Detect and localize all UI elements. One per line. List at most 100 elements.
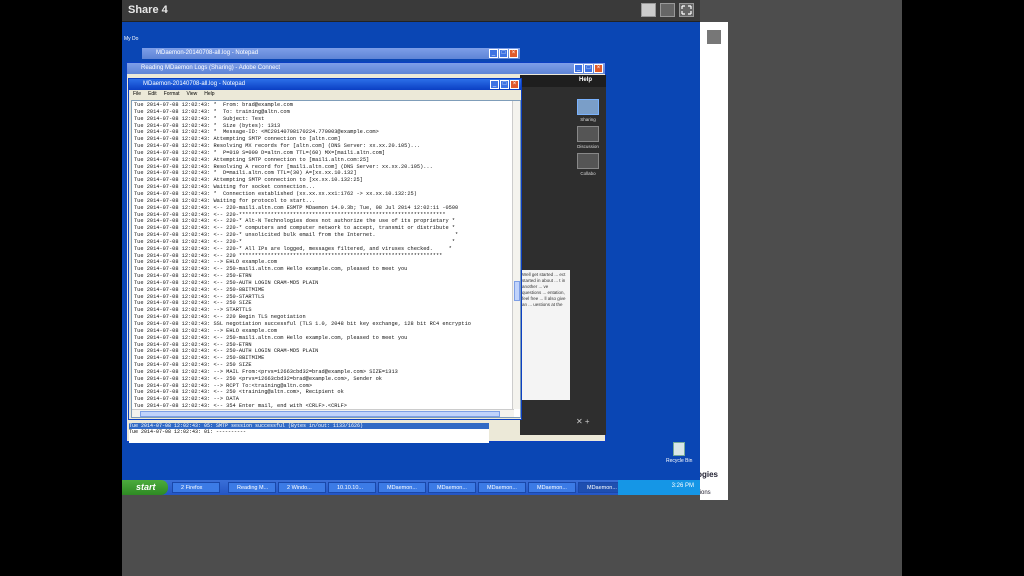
log-line: Tue 2014-07-08 12:02:43: <-- 250 SIZE xyxy=(134,362,252,369)
share-title: Share 4 xyxy=(128,4,168,16)
log-line: Tue 2014-07-08 12:02:43: * Size (bytes):… xyxy=(134,122,281,129)
log-text: Tue 2014-07-08 12:02:43: * From: brad@ex… xyxy=(134,102,510,417)
minimize-icon[interactable]: _ xyxy=(574,64,583,73)
log-line: Tue 2014-07-08 12:02:43: <-- 250-AUTH LO… xyxy=(134,279,319,286)
taskbar-item[interactable]: 2 Firefox xyxy=(172,482,220,493)
list-view-icon[interactable] xyxy=(660,3,675,17)
recycle-bin-icon[interactable] xyxy=(673,442,686,456)
shared-desktop: My Do MDaemon-20140708-all.log - Notepad… xyxy=(122,22,700,480)
sharing-layout-icon[interactable] xyxy=(577,99,599,115)
chat-message: Well get started ... ect started in abou… xyxy=(520,270,570,400)
layout-label: Collabo xyxy=(580,171,596,176)
collaboration-layout-icon[interactable] xyxy=(577,153,599,169)
menu-help[interactable]: Help xyxy=(204,90,214,99)
layout-label: Discussion xyxy=(577,144,599,149)
log-line: Tue 2014-07-08 12:02:43: Resolving MX re… xyxy=(134,143,421,150)
log-line: Tue 2014-07-08 12:02:43: <-- 220-* compu… xyxy=(134,225,456,232)
maximize-icon[interactable]: □ xyxy=(584,64,593,73)
window-title: Reading MDaemon Logs (Sharing) - Adobe C… xyxy=(141,65,281,71)
share-pod-header: Share 4 xyxy=(122,0,700,22)
log-line: Tue 2014-07-08 12:02:43: * From: brad@ex… xyxy=(134,102,293,108)
scroll-thumb[interactable] xyxy=(514,281,520,301)
background-log-lines: Tue 2014-07-08 12:02:43: 05: SMTP sessio… xyxy=(129,423,489,443)
log-line: Tue 2014-07-08 12:02:43: Attempting SMTP… xyxy=(134,136,341,143)
log-line: Tue 2014-07-08 12:02:43: --> STARTTLS xyxy=(134,307,252,314)
share-view-controls xyxy=(641,3,694,17)
right-side-panel xyxy=(700,22,728,500)
notepad-titlebar[interactable]: MDaemon-20140708-all.log - Notepad _ □ × xyxy=(129,79,521,90)
window-title: MDaemon-20140708-all.log - Notepad xyxy=(143,81,246,87)
layout-pods: Sharing Discussion Collabo xyxy=(570,95,606,176)
discussion-layout-icon[interactable] xyxy=(577,126,599,142)
recycle-bin[interactable]: Recycle Bin xyxy=(666,442,692,464)
taskbar-item[interactable]: 10.10.10... xyxy=(328,482,376,493)
menu-format[interactable]: Format xyxy=(164,90,180,99)
layout-label: Sharing xyxy=(580,117,596,122)
log-line: Tue 2014-07-08 12:02:43: Attempting SMTP… xyxy=(134,177,363,184)
start-button[interactable]: start xyxy=(122,480,168,495)
taskbar-item[interactable]: 2 Windo... xyxy=(278,482,326,493)
log-line: Tue 2014-07-08 12:02:43: <-- 250-ETRN xyxy=(134,341,252,348)
log-line: Tue 2014-07-08 12:02:43: <-- 250-mail1.a… xyxy=(134,334,408,341)
log-line: Tue 2014-07-08 12:02:43: --> EHLO exampl… xyxy=(134,259,278,266)
log-line: Tue 2014-07-08 12:02:43: * To: training@… xyxy=(134,108,290,115)
log-line: Tue 2014-07-08 12:02:43: <-- 250-ETRN xyxy=(134,273,252,280)
taskbar-item[interactable]: Reading M... xyxy=(228,482,276,493)
taskbar: start 2 Firefox Reading M... 2 Windo... 10.… xyxy=(122,480,700,495)
scroll-thumb[interactable] xyxy=(140,411,500,417)
log-line: Tue 2014-07-08 12:02:43: <-- 250-STARTTL… xyxy=(134,293,265,300)
log-line: Tue 2014-07-08 12:02:43: --> EHLO exampl… xyxy=(134,327,278,334)
window-title: MDaemon-20140708-all.log - Notepad xyxy=(156,50,259,56)
log-line: Tue 2014-07-08 12:02:43: * P=010 S=000 D… xyxy=(134,149,386,156)
menu-edit[interactable]: Edit xyxy=(148,90,157,99)
log-line: Tue 2014-07-08 12:02:43: <-- 220-* * xyxy=(134,238,456,245)
maximize-icon[interactable]: □ xyxy=(499,49,508,58)
help-menu[interactable]: Help xyxy=(579,77,592,83)
minimize-icon[interactable]: _ xyxy=(490,80,499,89)
log-line: Tue 2014-07-08 12:02:43: * Connection es… xyxy=(134,190,417,197)
notepad-text-area[interactable]: Tue 2014-07-08 12:02:43: * From: brad@ex… xyxy=(131,100,521,418)
log-line: Tue 2014-07-08 12:02:43: <-- 220-* Alt-N… xyxy=(134,218,456,225)
horizontal-scrollbar[interactable] xyxy=(132,409,514,417)
log-line: Tue 2014-07-08 12:02:43: <-- 250-8BITMIM… xyxy=(134,355,265,362)
minimize-icon[interactable]: _ xyxy=(489,49,498,58)
my-documents-icon[interactable]: My Do xyxy=(124,36,138,42)
log-line: Tue 2014-07-08 12:02:43: SSL negotiation… xyxy=(134,321,471,327)
log-line: Tue 2014-07-08 12:02:43: * Message-ID: <… xyxy=(134,129,379,136)
log-line: Tue 2014-07-08 12:02:43: --> MAIL From:<… xyxy=(134,368,398,375)
vertical-scrollbar[interactable] xyxy=(512,101,520,409)
log-line: Tue 2014-07-08 12:02:43: <-- 220-* unsol… xyxy=(134,232,459,239)
bottom-area xyxy=(122,505,902,576)
log-line: Tue 2014-07-08 12:02:43: <-- 250 SIZE xyxy=(134,300,252,307)
notepad-window[interactable]: MDaemon-20140708-all.log - Notepad _ □ × F… xyxy=(128,78,522,420)
taskbar-item[interactable]: MDaemon... xyxy=(478,482,526,493)
log-line: Tue 2014-07-08 12:02:43: <-- 250-AUTH LO… xyxy=(134,348,319,355)
close-icon[interactable]: × xyxy=(594,64,603,73)
expand-icon[interactable] xyxy=(707,30,721,44)
log-line: Tue 2014-07-08 12:02:43: Waiting for pro… xyxy=(134,197,316,204)
background-notepad-titlebar[interactable]: MDaemon-20140708-all.log - Notepad _ □ × xyxy=(142,48,520,59)
log-line: Tue 2014-07-08 12:02:43: <-- 250 <prvs=1… xyxy=(134,375,382,382)
menu-view[interactable]: View xyxy=(187,90,198,99)
log-line: Tue 2014-07-08 12:02:43: <-- 250 <traini… xyxy=(134,389,344,396)
taskbar-item[interactable]: MDaemon... xyxy=(378,482,426,493)
log-line: Tue 2014-07-08 12:02:43: 01: ---------- xyxy=(129,429,247,435)
log-line: Tue 2014-07-08 12:02:43: <-- 220-*******… xyxy=(134,211,446,218)
log-line: Tue 2014-07-08 12:02:43: --> DATA xyxy=(134,396,239,403)
taskbar-item[interactable]: MDaemon... xyxy=(428,482,476,493)
fit-view-icon[interactable] xyxy=(641,3,656,17)
log-line: Tue 2014-07-08 12:02:43: <-- 220-mail1.a… xyxy=(134,204,459,211)
maximize-icon[interactable]: □ xyxy=(500,80,509,89)
close-icon[interactable]: × xyxy=(509,49,518,58)
log-line: Tue 2014-07-08 12:02:43: --> RCPT To:<tr… xyxy=(134,382,313,389)
fullscreen-icon[interactable] xyxy=(679,3,694,17)
background-notepad-window[interactable]: MDaemon-20140708-all.log - Notepad _ □ × xyxy=(142,48,520,60)
taskbar-item[interactable]: MDaemon... xyxy=(528,482,576,493)
menu-file[interactable]: File xyxy=(133,90,141,99)
log-line: Tue 2014-07-08 12:02:43: * D=mail1.altn.… xyxy=(134,170,357,177)
clock: 3:26 PM xyxy=(671,483,694,489)
close-icon[interactable]: × xyxy=(510,80,519,89)
adobe-connect-titlebar[interactable]: Reading MDaemon Logs (Sharing) - Adobe C… xyxy=(127,63,605,74)
log-line: Tue 2014-07-08 12:02:43: <-- 220 *******… xyxy=(134,252,443,259)
add-layout-icon[interactable]: ✕ + xyxy=(576,417,590,426)
